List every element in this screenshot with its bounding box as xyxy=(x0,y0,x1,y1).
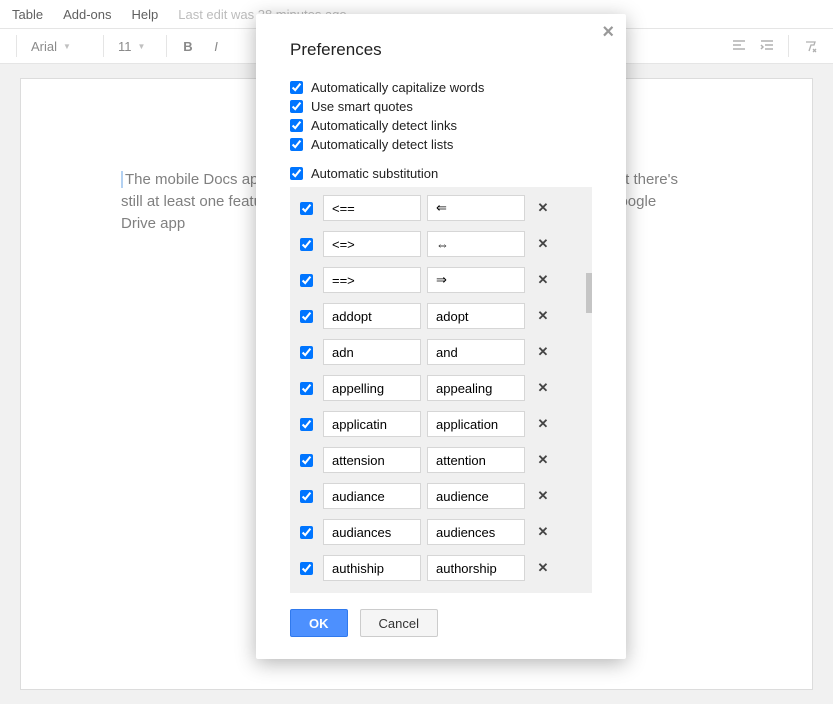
substitution-to-input[interactable] xyxy=(427,555,525,581)
substitution-to-input[interactable] xyxy=(427,519,525,545)
pref-check-row: Use smart quotes xyxy=(256,97,626,116)
scrollbar-thumb[interactable] xyxy=(586,273,592,313)
pref-checkbox[interactable] xyxy=(290,100,303,113)
remove-icon[interactable]: ✕ xyxy=(535,380,551,396)
remove-icon[interactable]: ✕ xyxy=(535,344,551,360)
substitution-from-input[interactable] xyxy=(323,231,421,257)
pref-checkbox[interactable] xyxy=(290,138,303,151)
substitution-checkbox[interactable] xyxy=(300,310,313,323)
pref-check-label: Automatically detect lists xyxy=(311,137,453,152)
remove-icon[interactable]: ✕ xyxy=(535,416,551,432)
substitution-row: ✕ xyxy=(296,519,586,545)
pref-check-row: Automatically detect lists xyxy=(256,135,626,154)
substitution-from-input[interactable] xyxy=(323,375,421,401)
substitution-to-input[interactable] xyxy=(427,375,525,401)
substitution-row: ✕ xyxy=(296,339,586,365)
substitution-checkbox[interactable] xyxy=(300,274,313,287)
remove-icon[interactable]: ✕ xyxy=(535,452,551,468)
pref-check-label: Automatically capitalize words xyxy=(311,80,484,95)
substitution-checkbox[interactable] xyxy=(300,490,313,503)
substitution-row: ✕ xyxy=(296,555,586,581)
substitution-from-input[interactable] xyxy=(323,447,421,473)
substitution-to-input[interactable] xyxy=(427,231,525,257)
substitution-row: ✕ xyxy=(296,447,586,473)
pref-check-label: Use smart quotes xyxy=(311,99,413,114)
substitution-from-input[interactable] xyxy=(323,411,421,437)
substitution-from-input[interactable] xyxy=(323,483,421,509)
substitution-row: ✕ xyxy=(296,411,586,437)
substitution-row: ✕ xyxy=(296,195,586,221)
dialog-title: Preferences xyxy=(256,40,626,60)
substitution-to-input[interactable] xyxy=(427,303,525,329)
close-icon[interactable]: × xyxy=(602,22,614,42)
preferences-dialog: × Preferences Automatically capitalize w… xyxy=(256,14,626,659)
auto-substitution-checkbox[interactable] xyxy=(290,167,303,180)
substitution-to-input[interactable] xyxy=(427,411,525,437)
substitution-checkbox[interactable] xyxy=(300,382,313,395)
substitution-to-input[interactable] xyxy=(427,447,525,473)
pref-check-row: Automatically capitalize words xyxy=(256,78,626,97)
substitution-checkbox[interactable] xyxy=(300,454,313,467)
substitution-to-input[interactable] xyxy=(427,267,525,293)
pref-check-row: Automatically detect links xyxy=(256,116,626,135)
remove-icon[interactable]: ✕ xyxy=(535,200,551,216)
auto-substitution-row: Automatic substitution xyxy=(256,164,626,183)
substitution-list: ✕ ✕ ✕ ✕ ✕ ✕ ✕ ✕ ✕ ✕ ✕ xyxy=(290,187,592,593)
remove-icon[interactable]: ✕ xyxy=(535,560,551,576)
cancel-button[interactable]: Cancel xyxy=(360,609,438,637)
substitution-to-input[interactable] xyxy=(427,339,525,365)
remove-icon[interactable]: ✕ xyxy=(535,524,551,540)
substitution-from-input[interactable] xyxy=(323,555,421,581)
pref-check-label: Automatically detect links xyxy=(311,118,457,133)
auto-substitution-label: Automatic substitution xyxy=(311,166,438,181)
substitution-checkbox[interactable] xyxy=(300,346,313,359)
substitution-to-input[interactable] xyxy=(427,195,525,221)
substitution-row: ✕ xyxy=(296,231,586,257)
modal-backdrop: × Preferences Automatically capitalize w… xyxy=(0,0,833,704)
substitution-from-input[interactable] xyxy=(323,303,421,329)
substitution-from-input[interactable] xyxy=(323,519,421,545)
substitution-from-input[interactable] xyxy=(323,195,421,221)
remove-icon[interactable]: ✕ xyxy=(535,308,551,324)
remove-icon[interactable]: ✕ xyxy=(535,272,551,288)
substitution-checkbox[interactable] xyxy=(300,202,313,215)
substitution-row: ✕ xyxy=(296,267,586,293)
pref-checkbox[interactable] xyxy=(290,81,303,94)
substitution-checkbox[interactable] xyxy=(300,418,313,431)
substitution-from-input[interactable] xyxy=(323,267,421,293)
dialog-buttons: OK Cancel xyxy=(256,593,626,637)
remove-icon[interactable]: ✕ xyxy=(535,236,551,252)
substitution-checkbox[interactable] xyxy=(300,238,313,251)
substitution-checkbox[interactable] xyxy=(300,526,313,539)
substitution-row: ✕ xyxy=(296,375,586,401)
pref-checkbox[interactable] xyxy=(290,119,303,132)
remove-icon[interactable]: ✕ xyxy=(535,488,551,504)
substitution-from-input[interactable] xyxy=(323,339,421,365)
substitution-checkbox[interactable] xyxy=(300,562,313,575)
substitution-to-input[interactable] xyxy=(427,483,525,509)
substitution-row: ✕ xyxy=(296,483,586,509)
ok-button[interactable]: OK xyxy=(290,609,348,637)
substitution-row: ✕ xyxy=(296,303,586,329)
